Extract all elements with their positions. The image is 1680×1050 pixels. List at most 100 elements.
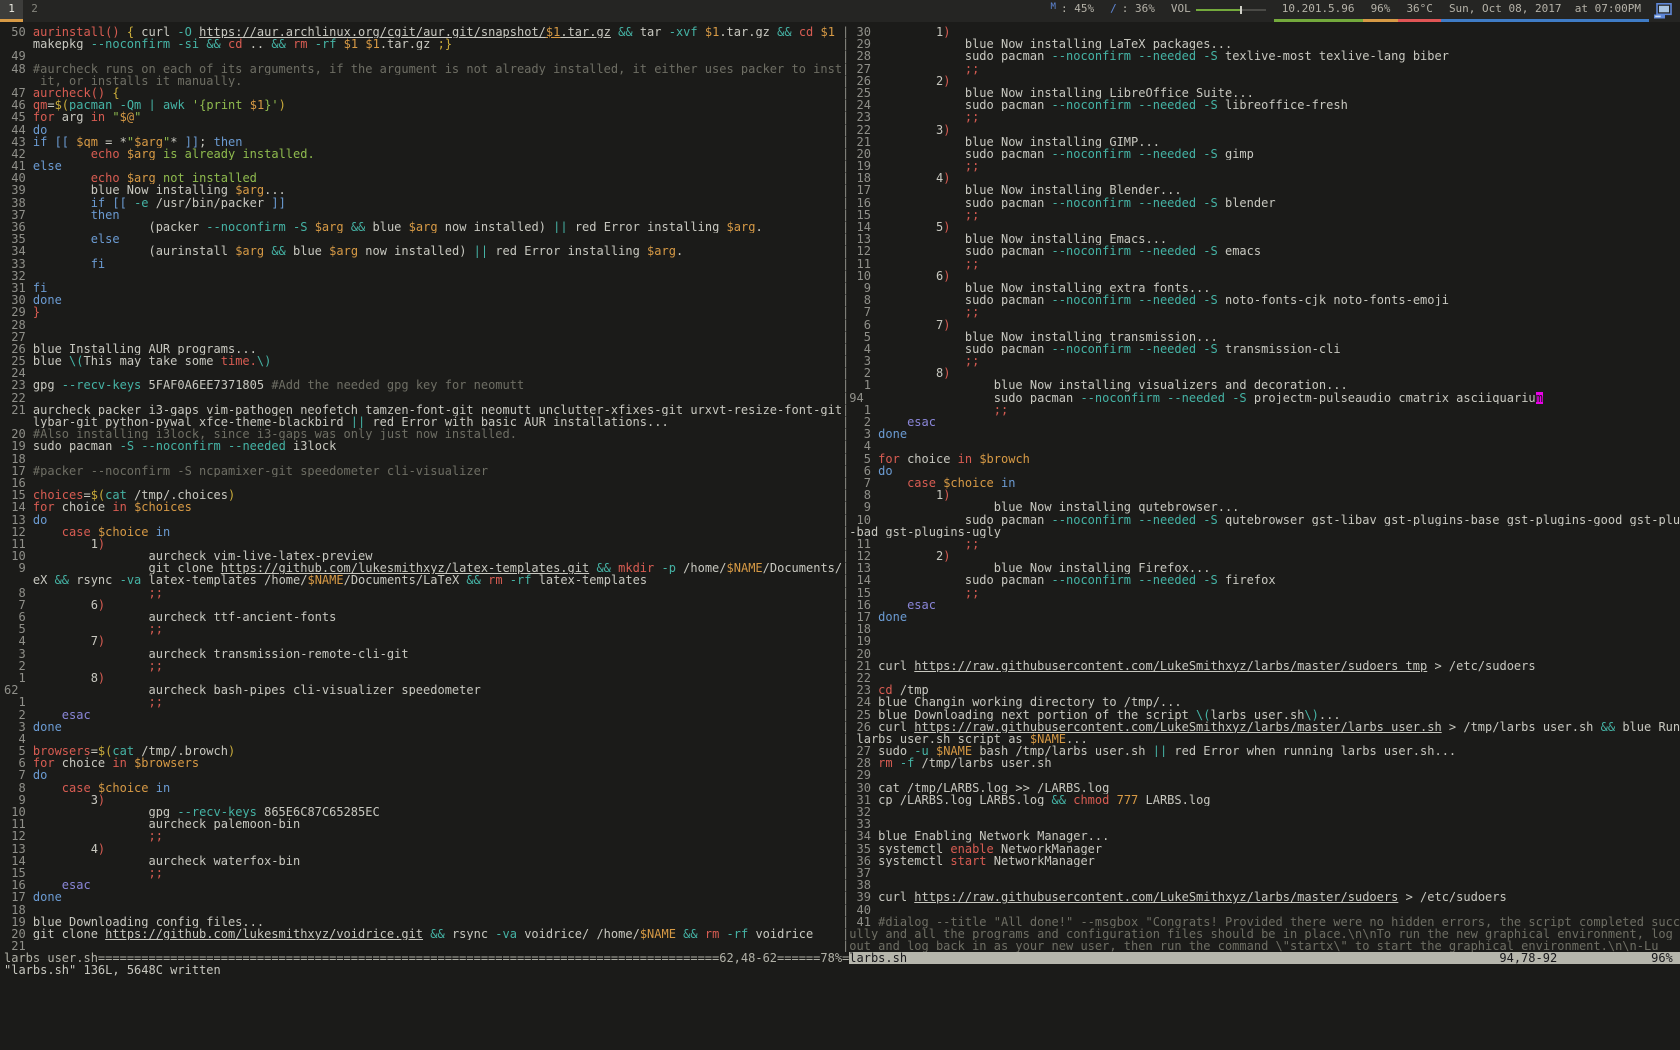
line-number: 10	[849, 270, 871, 282]
memory-icon: M	[1051, 1, 1056, 13]
code-line: 9 blue Now installing qutebrowser...	[849, 501, 1680, 513]
line-number: 24	[4, 367, 26, 379]
separator-glyph: |	[842, 489, 849, 501]
line-number: 34	[849, 830, 871, 842]
code-line: 21curl https://raw.githubusercontent.com…	[849, 660, 1680, 672]
separator-glyph: |	[842, 87, 849, 99]
line-number: 26	[4, 343, 26, 355]
code-line: out and log back in as your new user, th…	[849, 940, 1680, 952]
line-number: 3	[4, 721, 26, 733]
editor-pane-right[interactable]: 30 1)29 blue Now installing LaTeX packag…	[849, 26, 1680, 952]
separator-glyph: |	[842, 843, 849, 855]
line-number: 8	[849, 489, 871, 501]
line-number: 21	[849, 660, 871, 672]
code-line: 25 blue Now installing LibreOffice Suite…	[849, 87, 1680, 99]
line-number: 36	[849, 855, 871, 867]
code-line: 34blue Enabling Network Manager...	[849, 830, 1680, 842]
line-number: 6	[849, 319, 871, 331]
code-line: 18	[4, 453, 842, 465]
line-number: 48	[4, 63, 26, 75]
line-number: 17	[849, 184, 871, 196]
code-line: 6do	[849, 465, 1680, 477]
volume-slider-knob[interactable]	[1240, 6, 1242, 14]
separator-glyph: |	[842, 940, 849, 952]
line-number: 25	[849, 709, 871, 721]
line-number: 4	[4, 733, 26, 745]
line-number: 11	[849, 258, 871, 270]
line-number: 8	[4, 782, 26, 794]
code-line: 4 7)	[4, 635, 842, 647]
separator-glyph: |	[842, 721, 849, 733]
separator-glyph: |	[842, 26, 849, 38]
line-number: 49	[4, 50, 26, 62]
code-line: 19sudo pacman -S --noconfirm --needed i3…	[4, 440, 842, 452]
code-line: 15 ;;	[849, 209, 1680, 221]
code-line: 9 3)	[4, 794, 842, 806]
line-number: 5	[849, 453, 871, 465]
status-modules: M: 45% /: 36% VOL 10.201.5.96 96% 36°C S…	[1043, 0, 1680, 22]
separator-glyph: |	[842, 696, 849, 708]
ip-address-value: 10.201.5.96	[1282, 3, 1355, 15]
code-line: 19	[849, 635, 1680, 647]
code-line: 62 aurcheck bash-pipes cli-visualizer sp…	[4, 684, 842, 696]
code-line: 41#dialog --title "All done!" --msgbox "…	[849, 916, 1680, 928]
code-line: 11 ;;	[849, 538, 1680, 550]
line-number: 31	[4, 282, 26, 294]
code-line: larbs_user.sh script as $NAME...	[849, 733, 1680, 745]
code-line: 15choices=$(cat /tmp/.choices)	[4, 489, 842, 501]
line-number: 27	[849, 745, 871, 757]
code-line: 31fi	[4, 282, 842, 294]
workspace-tab-2[interactable]: 2	[23, 0, 46, 22]
code-line: 40	[849, 904, 1680, 916]
code-line: 21	[4, 940, 842, 952]
line-number: 14	[4, 501, 26, 513]
separator-glyph: |	[842, 879, 849, 891]
separator-glyph: |	[842, 538, 849, 550]
editor-pane-left[interactable]: 50aurinstall() { curl -O https://aur.arc…	[4, 26, 842, 952]
code-line: 1 ;;	[4, 696, 842, 708]
separator-glyph: |	[842, 867, 849, 879]
code-line: 5 ;;	[4, 623, 842, 635]
line-number: 10	[4, 806, 26, 818]
line-number: 8	[4, 587, 26, 599]
code-line: 13do	[4, 514, 842, 526]
separator-glyph: |	[842, 891, 849, 903]
line-number: 12	[4, 830, 26, 842]
line-number: 40	[849, 904, 871, 916]
separator-glyph: |	[842, 550, 849, 562]
code-line: 2 esac	[849, 416, 1680, 428]
code-line: 5browsers=$(cat /tmp/.browch)	[4, 745, 842, 757]
line-number: 18	[4, 904, 26, 916]
memory-usage: M: 45%	[1043, 0, 1103, 22]
line-number: 14	[4, 855, 26, 867]
line-number: 2	[4, 660, 26, 672]
vertical-split-separator[interactable]: ||||||||||||||||||||||||||||||||||||||||…	[842, 26, 849, 952]
code-line: 17done	[849, 611, 1680, 623]
code-line: 6 7)	[849, 319, 1680, 331]
root-disk-usage-value: : 36%	[1122, 3, 1155, 15]
line-number: 18	[849, 623, 871, 635]
line-number: 2	[4, 709, 26, 721]
line-number: 17	[849, 611, 871, 623]
line-number: 25	[4, 355, 26, 367]
code-line: 4 sudo pacman --noconfirm --needed -S tr…	[849, 343, 1680, 355]
line-number: 13	[849, 233, 871, 245]
statusline-right-fill	[907, 952, 1499, 964]
line-number: 17	[4, 465, 26, 477]
volume-slider[interactable]	[1196, 9, 1266, 11]
line-number: 62	[4, 684, 26, 696]
line-number: 15	[849, 209, 871, 221]
code-line: 10 aurcheck vim-live-latex-preview	[4, 550, 842, 562]
workspace-tab-1[interactable]: 1	[0, 0, 23, 22]
line-number: 16	[4, 477, 26, 489]
code-line: 22 3)	[849, 124, 1680, 136]
line-number: 35	[4, 233, 26, 245]
line-number: 34	[4, 245, 26, 257]
separator-glyph: |	[842, 258, 849, 270]
line-number: 30	[849, 782, 871, 794]
line-number: 20	[4, 928, 26, 940]
code-line: lybar-git python-pywal xfce-theme-blackb…	[4, 416, 842, 428]
separator-glyph: |	[842, 416, 849, 428]
line-number: 36	[4, 221, 26, 233]
line-number: 38	[4, 197, 26, 209]
